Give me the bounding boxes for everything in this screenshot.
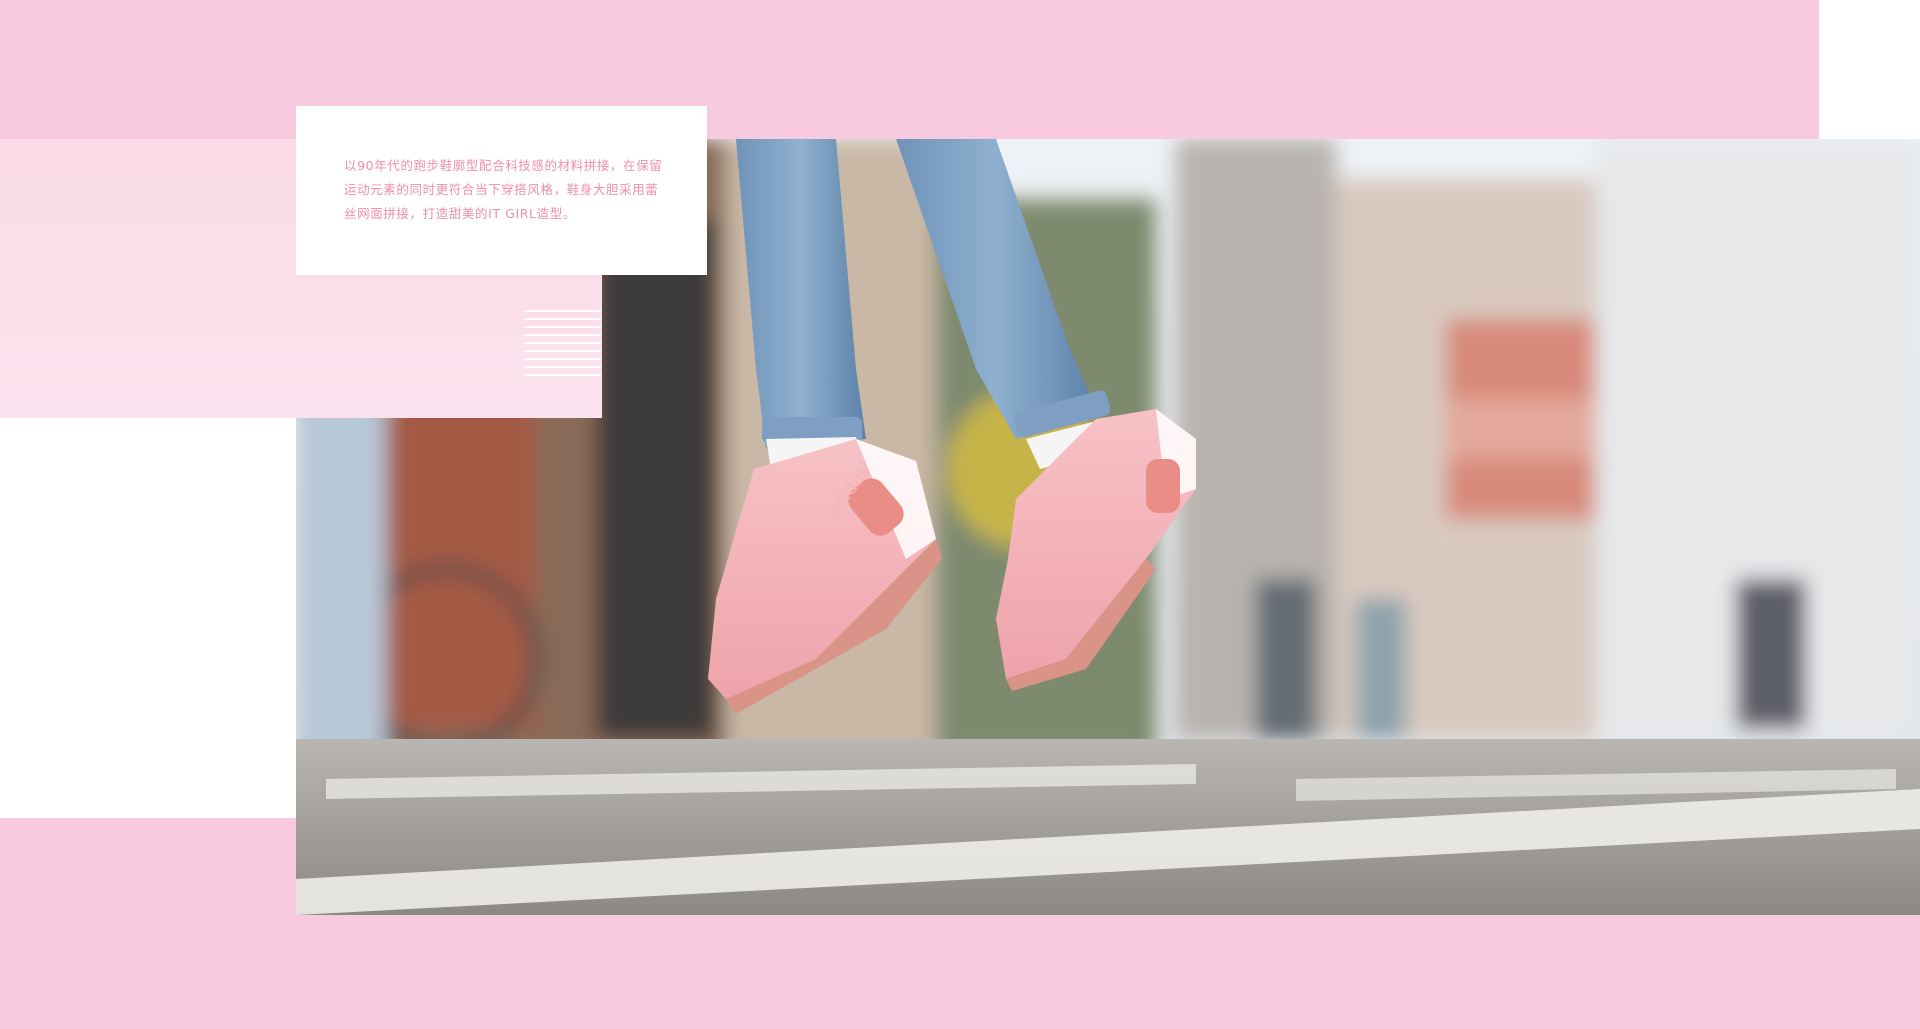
description-text: 以90年代的跑步鞋廓型配合科技感的材料拼接，在保留运动元素的同时更符合当下穿搭风… — [344, 158, 663, 221]
description-card: 以90年代的跑步鞋廓型配合科技感的材料拼接，在保留运动元素的同时更符合当下穿搭风… — [296, 106, 707, 275]
decorative-stripes — [524, 310, 601, 382]
top-pink-band — [0, 0, 1819, 139]
